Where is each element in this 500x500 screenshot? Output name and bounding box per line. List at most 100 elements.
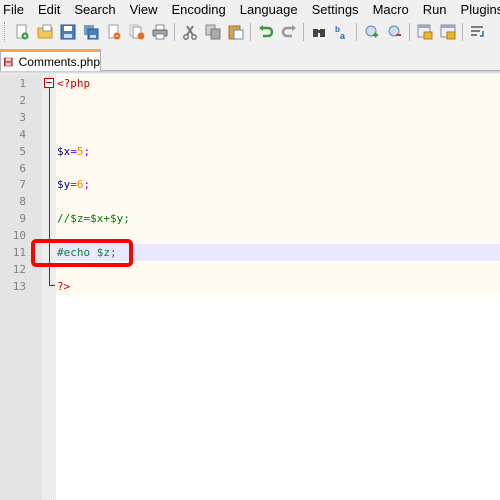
line-code: //$z=$x+$y; [57, 210, 130, 227]
redo-icon [281, 25, 296, 38]
code-token: $x [57, 144, 71, 158]
code-token: 5 [76, 144, 84, 158]
zoom-out-icon [388, 25, 401, 37]
cut-icon [182, 25, 197, 40]
line-code: <?php [57, 75, 90, 92]
close-button[interactable] [102, 21, 125, 43]
line-number: 8 [19, 195, 26, 209]
copy-button[interactable] [201, 21, 224, 43]
menu-edit[interactable]: Edit [32, 0, 68, 19]
line-background [56, 159, 500, 177]
toolbar-separator [462, 23, 463, 41]
code-token: ?> [57, 279, 71, 293]
code-line[interactable]: 5 $x=5; [0, 142, 500, 160]
zoom-in-button[interactable] [360, 21, 383, 43]
line-number: 10 [12, 229, 26, 243]
line-number: 3 [19, 110, 26, 124]
fold-end [49, 285, 55, 286]
line-number: 11 [12, 246, 26, 259]
menu-search[interactable]: Search [68, 0, 123, 19]
code-token: //$z=$x+$y; [57, 212, 130, 226]
code-token: ; [83, 178, 91, 192]
line-number: 7 [19, 178, 26, 192]
line-number: 5 [19, 144, 26, 158]
line-background [56, 125, 500, 143]
code-line[interactable]: 2 [0, 91, 500, 109]
line-background [56, 142, 500, 160]
menu-run[interactable]: Run [417, 0, 455, 19]
word-wrap-button[interactable] [466, 21, 489, 43]
toolbar-separator [303, 23, 304, 41]
code-line[interactable]: 1 <?php [0, 75, 500, 92]
close-all-button[interactable] [125, 21, 148, 43]
tab-bar: Comments.php [0, 45, 500, 71]
replace-button[interactable]: ba [330, 21, 353, 43]
code-line[interactable]: 3 [0, 108, 500, 126]
toolbar-grip[interactable] [4, 22, 6, 42]
menu-settings[interactable]: Settings [306, 0, 367, 19]
save-button[interactable] [56, 21, 79, 43]
toolbar-separator [174, 23, 175, 41]
line-background [56, 91, 500, 109]
copy-icon [205, 24, 220, 40]
line-background [56, 277, 500, 295]
menu-plugins[interactable]: Plugins [455, 0, 500, 19]
word-wrap-icon [470, 26, 484, 37]
zoom-out-button[interactable] [383, 21, 406, 43]
toolbar-separator [250, 23, 251, 41]
code-line[interactable]: 4 [0, 125, 500, 143]
menu-view[interactable]: View [124, 0, 166, 19]
open-file-button[interactable] [33, 21, 56, 43]
line-background [56, 193, 500, 211]
code-token: 6 [76, 178, 84, 192]
svg-text:a: a [340, 31, 346, 40]
line-number: 4 [19, 127, 26, 141]
code-token: <?php [57, 77, 91, 90]
paste-icon [228, 25, 243, 40]
line-code: $y=6; [57, 176, 90, 193]
code-token: = [70, 144, 77, 158]
undo-button[interactable] [254, 21, 277, 43]
line-number: 2 [19, 93, 26, 107]
code-line[interactable]: 9 //$z=$x+$y; [0, 210, 500, 228]
find-button[interactable] [307, 21, 330, 43]
highlight-box [31, 239, 133, 267]
code-token: ; [83, 144, 91, 158]
line-number: 6 [19, 161, 26, 175]
menu-macro[interactable]: Macro [367, 0, 417, 19]
redo-button[interactable] [277, 21, 300, 43]
toolbar: ba [0, 19, 500, 45]
new-file-button[interactable] [10, 21, 33, 43]
sync-horizontal-icon [440, 24, 455, 40]
line-number: 1 [19, 77, 26, 90]
line-code: $x=5; [57, 143, 90, 160]
code-line[interactable]: 8 [0, 193, 500, 211]
print-button[interactable] [148, 21, 171, 43]
find-icon [312, 29, 325, 37]
line-number: 13 [12, 279, 26, 293]
sync-vertical-button[interactable] [413, 21, 436, 43]
document-icon [4, 57, 13, 66]
paste-button[interactable] [224, 21, 247, 43]
code-line[interactable]: 13 ?> [0, 277, 500, 295]
undo-icon [258, 25, 273, 38]
cut-button[interactable] [178, 21, 201, 43]
save-all-button[interactable] [79, 21, 102, 43]
tab-comments-php[interactable]: Comments.php [0, 49, 101, 71]
sync-horizontal-button[interactable] [436, 21, 459, 43]
line-background [56, 108, 500, 126]
menu-file[interactable]: File [0, 0, 32, 19]
close-icon [108, 24, 120, 40]
new-file-icon [16, 24, 28, 40]
code-token: $y [57, 178, 71, 192]
fold-toggle-icon[interactable] [44, 78, 54, 88]
code-line[interactable]: 7 $y=6; [0, 176, 500, 194]
print-icon [152, 24, 167, 40]
line-number: 9 [19, 212, 26, 226]
save-icon [60, 24, 75, 40]
sync-vertical-icon [417, 24, 432, 40]
menu-encoding[interactable]: Encoding [166, 0, 234, 19]
replace-icon: ba [335, 25, 346, 40]
menu-language[interactable]: Language [234, 0, 306, 19]
code-line[interactable]: 6 [0, 159, 500, 177]
